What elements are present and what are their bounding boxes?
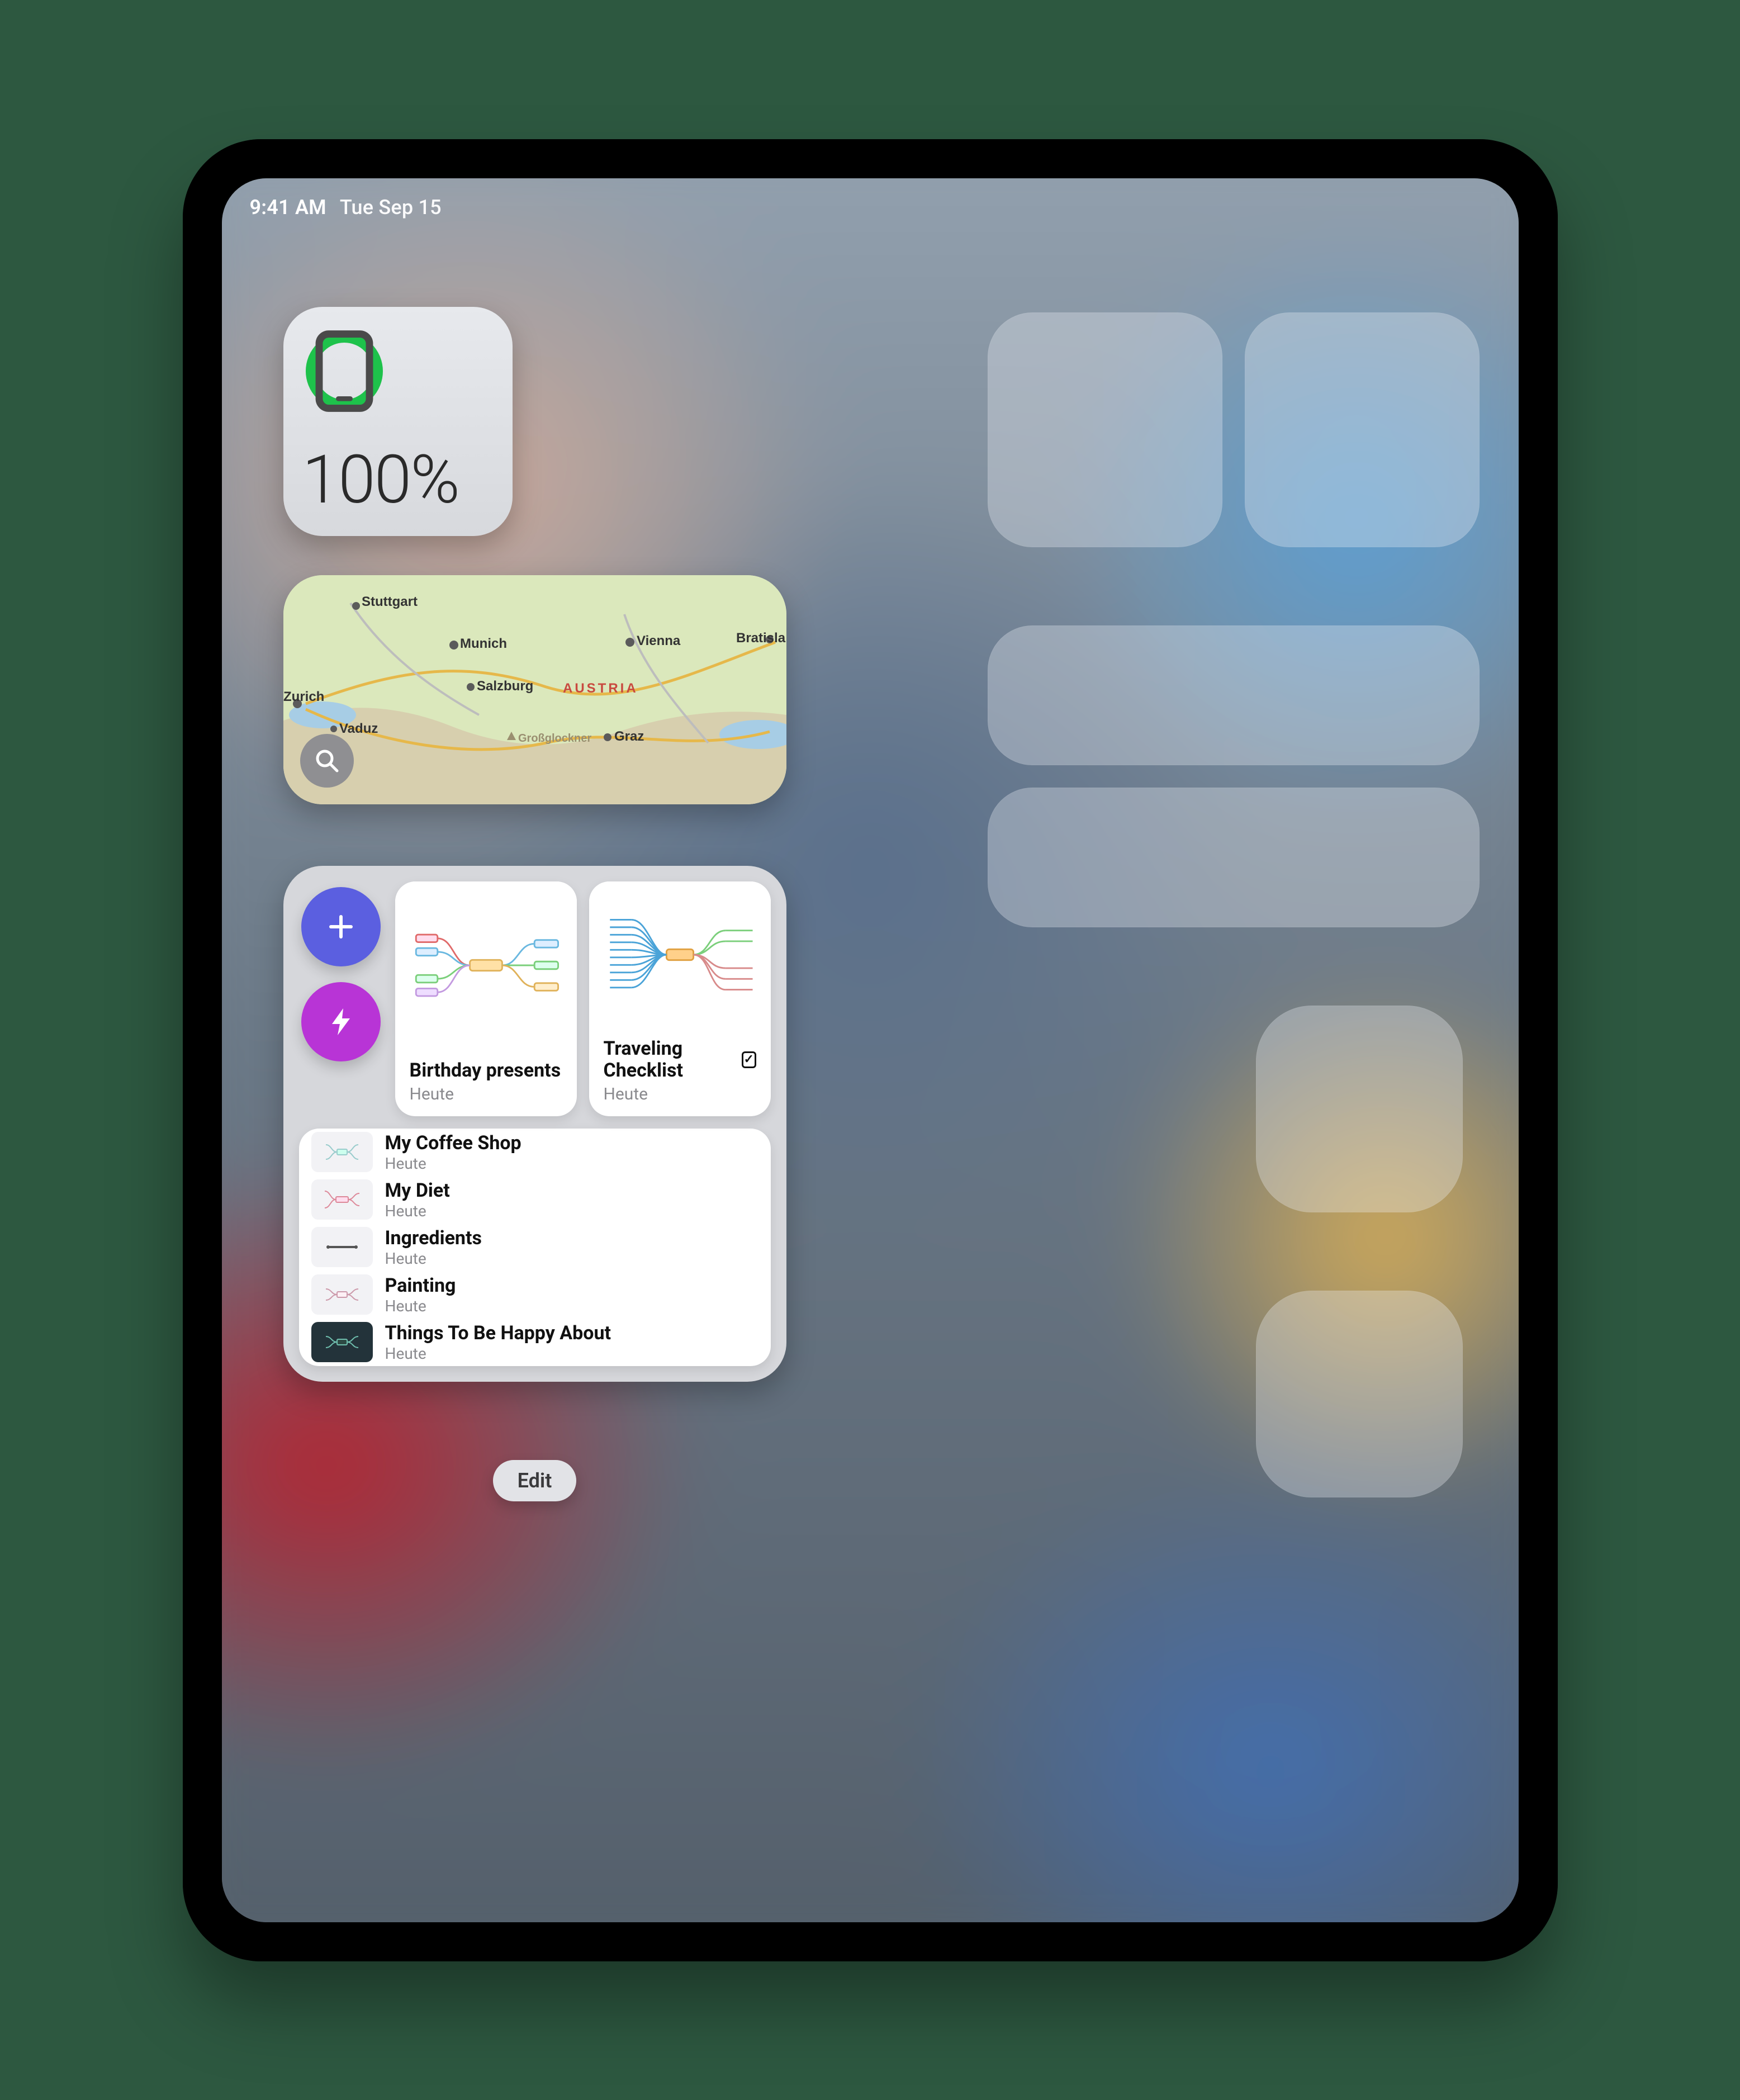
mindmap-actions (299, 881, 383, 1116)
widget-column: 100% (283, 307, 786, 1501)
map-city-label: Munich (460, 636, 507, 651)
maps-search-button[interactable] (300, 734, 354, 788)
mindmap-card-title: Traveling Checklist (604, 1038, 737, 1082)
map-city-label: Vaduz (339, 721, 378, 736)
ipad-icon (302, 329, 386, 413)
list-item-thumb (311, 1179, 373, 1220)
list-item[interactable]: Painting Heute (299, 1271, 771, 1319)
list-item-sub: Heute (385, 1344, 611, 1363)
quick-action-button[interactable] (301, 982, 381, 1061)
blurred-app-tile (1256, 1291, 1463, 1497)
list-item-sub: Heute (385, 1297, 456, 1315)
mindmap-card[interactable]: Birthday presents Heute (395, 881, 577, 1116)
map-canvas: Stuttgart Munich Vienna Bratisla Zurich … (283, 575, 786, 804)
battery-ring (302, 329, 386, 413)
list-item-title: My Coffee Shop (385, 1132, 521, 1154)
edit-button-label: Edit (518, 1469, 552, 1492)
mindmap-card-sub: Heute (410, 1084, 562, 1104)
map-city-label: Zurich (283, 689, 324, 704)
list-item-title: Painting (385, 1274, 456, 1297)
blurred-app-tile (988, 625, 1480, 765)
list-item-thumb (311, 1322, 373, 1362)
edit-button[interactable]: Edit (493, 1460, 577, 1501)
checkbox-icon: ✓ (742, 1051, 756, 1068)
new-mindmap-button[interactable] (301, 887, 381, 966)
maps-widget[interactable]: Stuttgart Munich Vienna Bratisla Zurich … (283, 575, 786, 804)
list-item[interactable]: My Diet Heute (299, 1176, 771, 1224)
mindmap-card-sub: Heute (604, 1084, 756, 1104)
status-time: 9:41 AM (250, 196, 326, 219)
map-city-label: Stuttgart (362, 594, 418, 609)
mindmap-widget[interactable]: Birthday presents Heute (283, 866, 786, 1382)
ipad-screen: 9:41 AM Tue Sep 15 (222, 178, 1519, 1922)
status-date: Tue Sep 15 (340, 196, 442, 219)
mindmap-card-title: Birthday presents (410, 1060, 562, 1082)
mindmap-top-row: Birthday presents Heute (299, 881, 771, 1116)
list-item-title: Ingredients (385, 1227, 482, 1249)
list-item[interactable]: My Coffee Shop Heute (299, 1129, 771, 1176)
mindmap-list: My Coffee Shop Heute My Diet Heute (299, 1129, 771, 1366)
map-city-label: Bratisla (736, 631, 786, 646)
list-item-title: Things To Be Happy About (385, 1322, 611, 1344)
map-city-label: Vienna (637, 633, 681, 648)
blurred-app-tile (988, 788, 1480, 927)
list-item-thumb (311, 1132, 373, 1172)
list-item[interactable]: Ingredients Heute (299, 1224, 771, 1271)
map-city-label: Graz (614, 729, 644, 744)
search-icon (314, 747, 340, 774)
blurred-app-tile (1245, 312, 1480, 547)
status-bar: 9:41 AM Tue Sep 15 (250, 191, 1491, 224)
list-item[interactable]: Things To Be Happy About Heute (299, 1319, 771, 1366)
mindmap-preview (395, 881, 577, 1050)
map-feature-label: Großglockner (518, 732, 591, 745)
list-item-sub: Heute (385, 1154, 521, 1173)
list-item-thumb (311, 1227, 373, 1267)
map-city-label: Salzburg (477, 679, 533, 694)
blurred-app-tile (1256, 1006, 1463, 1212)
battery-percent: 100% (302, 441, 494, 519)
battery-widget[interactable]: 100% (283, 307, 513, 536)
mindmap-preview (589, 881, 771, 1028)
list-item-title: My Diet (385, 1179, 450, 1202)
lightning-icon (328, 1006, 354, 1037)
mindmap-card[interactable]: Traveling Checklist ✓ Heute (589, 881, 771, 1116)
blurred-app-tile (988, 312, 1222, 547)
plus-icon (325, 911, 357, 942)
map-country-label: AUSTRIA (563, 681, 638, 696)
list-item-sub: Heute (385, 1202, 450, 1220)
list-item-thumb (311, 1274, 373, 1315)
ipad-device-frame: 9:41 AM Tue Sep 15 (183, 139, 1558, 1961)
list-item-sub: Heute (385, 1249, 482, 1268)
